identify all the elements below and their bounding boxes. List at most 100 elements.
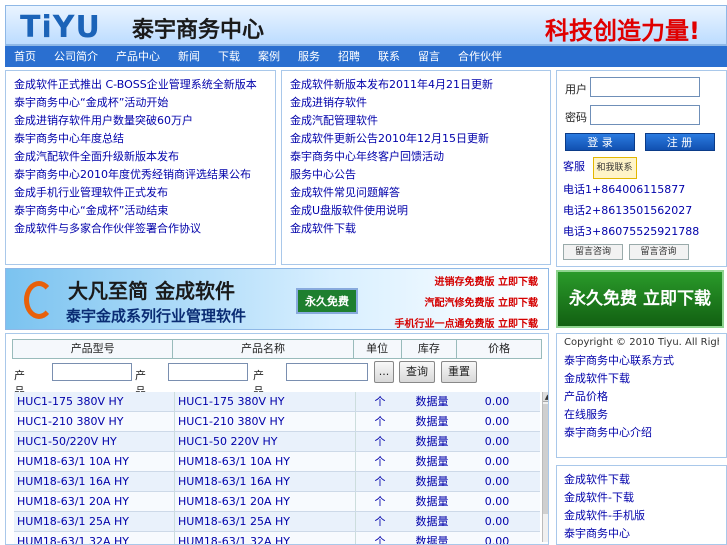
table-row[interactable]: HUM18-63/1 20A HY HUM18-63/1 20A HY 个 数据量 0.…: [14, 492, 540, 512]
side-link[interactable]: 在线服务: [564, 406, 719, 424]
side-link[interactable]: 泰宇商务中心联系方式: [564, 352, 719, 370]
nav-item[interactable]: 合作伙伴: [449, 46, 511, 68]
message-button-1[interactable]: 留言咨询: [563, 244, 623, 260]
table-cell: 个: [374, 395, 386, 408]
table-cell: HUM18-63/1 16A HY: [14, 472, 175, 491]
news-item[interactable]: 金成手机行业管理软件正式发布: [14, 184, 267, 202]
news-item[interactable]: 金成软件更新公告2010年12月15日更新: [290, 130, 542, 148]
site-logo[interactable]: TiYU: [20, 10, 101, 45]
table-row[interactable]: HUM18-63/1 10A HY HUM18-63/1 10A HY 个 数据量 0.…: [14, 452, 540, 472]
qq-contact-button[interactable]: 和我联系: [592, 157, 637, 179]
register-button[interactable]: 注 册: [644, 133, 715, 151]
filter-name-input[interactable]: [168, 363, 248, 381]
table-cell: HUM18-63/1 25A HY: [14, 512, 175, 531]
nav-item[interactable]: 联系: [369, 46, 409, 68]
search-button[interactable]: 查询: [399, 361, 435, 383]
table-cell: HUM18-63/1 20A HY: [14, 492, 175, 511]
qq-label: 客服: [563, 160, 585, 173]
nav-item[interactable]: 产品中心: [107, 46, 169, 68]
username-input[interactable]: [590, 77, 700, 97]
reset-button[interactable]: 重置: [441, 361, 477, 383]
side-link[interactable]: 金成软件下载: [564, 370, 719, 388]
news-item[interactable]: 泰宇商务中心年度总结: [14, 130, 267, 148]
phone-2: 电话2+8613501562027: [563, 204, 693, 217]
filter-model-input[interactable]: [52, 363, 132, 381]
grid-rows: HUC1-175 380V HY HUC1-175 380V HY 个数据量 0.00…: [14, 392, 540, 544]
table-row[interactable]: HUM18-63/1 32A HY HUM18-63/1 32A HY 个 数据量 0.…: [14, 532, 540, 544]
table-row[interactable]: HUC1-50/220V HY HUC1-50 220V HY 个 数据量 0.00: [14, 432, 540, 452]
nav-item[interactable]: 下载: [209, 46, 249, 68]
banner-link-1[interactable]: 进销存免费版 立即下载: [435, 273, 538, 288]
table-cell: 数据量: [415, 515, 449, 528]
side-link[interactable]: 泰宇商务中心: [564, 525, 719, 543]
side-link[interactable]: 泰宇商务中心介绍: [564, 424, 719, 442]
nav-item[interactable]: 招聘: [329, 46, 369, 68]
filter-category-input[interactable]: [286, 363, 368, 381]
col-header-stock[interactable]: 库存: [401, 340, 458, 358]
software-banner[interactable]: 大凡至简 金成软件 泰宇金成系列行业管理软件 永久免费 进销存免费版 立即下载 …: [5, 268, 549, 330]
table-cell: 个: [374, 495, 386, 508]
product-grid: 产品型号 产品名称 单位 库存 价格 产品型号 产品名称 产品类别 ... 查询…: [5, 333, 549, 545]
scroll-up-icon[interactable]: ▲: [543, 392, 548, 402]
scroll-thumb[interactable]: [543, 404, 548, 514]
news-item[interactable]: 金成软件正式推出 C-BOSS企业管理系统全新版本: [14, 76, 267, 94]
table-cell: HUM18-63/1 10A HY: [175, 452, 356, 471]
table-cell: HUM18-63/1 32A HY: [175, 532, 356, 544]
table-cell: HUM18-63/1 20A HY: [175, 492, 356, 511]
nav-item[interactable]: 公司简介: [45, 46, 107, 68]
table-row[interactable]: HUC1-210 380V HY HUC1-210 380V HY 个 数据量 0.00: [14, 412, 540, 432]
col-header-unit[interactable]: 单位: [353, 340, 402, 358]
news-item[interactable]: 金成软件下载: [290, 220, 542, 238]
free-badge: 永久免费: [296, 288, 358, 314]
table-cell: HUC1-175 380V HY: [175, 392, 356, 411]
copyright: Copyright © 2010 Tiyu. All Rights: [564, 337, 719, 348]
table-cell: 0.00: [484, 415, 510, 428]
side-link[interactable]: 金成软件下载: [564, 471, 719, 489]
table-cell: 0.00: [484, 435, 510, 448]
table-row[interactable]: HUM18-63/1 16A HY HUM18-63/1 16A HY 个 数据量 0.…: [14, 472, 540, 492]
news-item[interactable]: 金成汽配软件全面升级新版本发布: [14, 148, 267, 166]
banner-link-2[interactable]: 汽配汽修免费版 立即下载: [425, 294, 538, 309]
news-list-left: 金成软件正式推出 C-BOSS企业管理系统全新版本 泰宇商务中心“金成杯”活动开始…: [5, 70, 276, 265]
news-item[interactable]: 金成软件常见问题解答: [290, 184, 542, 202]
site-header: TiYU 泰宇商务中心 科技创造力量!: [5, 5, 727, 45]
nav-item[interactable]: 服务: [289, 46, 329, 68]
browse-button[interactable]: ...: [374, 361, 394, 383]
nav-item[interactable]: 首页: [5, 46, 45, 68]
col-header-price[interactable]: 价格: [457, 340, 542, 358]
col-header-model[interactable]: 产品型号: [13, 340, 174, 358]
news-item[interactable]: 服务中心公告: [290, 166, 542, 184]
news-item[interactable]: 泰宇商务中心2010年度优秀经销商评选结果公布: [14, 166, 267, 184]
nav-item[interactable]: 新闻: [169, 46, 209, 68]
news-item[interactable]: 金成汽配管理软件: [290, 112, 542, 130]
message-button-2[interactable]: 留言咨询: [628, 244, 689, 260]
side-link[interactable]: 金成软件-下载: [564, 489, 719, 507]
news-item[interactable]: 金成软件与多家合作伙伴签署合作协议: [14, 220, 267, 238]
news-item[interactable]: 金成进销存软件: [290, 94, 542, 112]
password-label: 密码: [565, 111, 587, 124]
banner-link-3[interactable]: 手机行业一点通免费版 立即下载: [395, 315, 538, 330]
table-cell: 数据量: [415, 475, 449, 488]
side-link[interactable]: 金成软件-手机版: [564, 507, 719, 525]
table-cell: 0.00: [484, 515, 510, 528]
side-link[interactable]: 产品价格: [564, 388, 719, 406]
grid-scrollbar[interactable]: ▲: [542, 392, 548, 542]
login-button[interactable]: 登 录: [565, 133, 635, 151]
col-header-name[interactable]: 产品名称: [173, 340, 354, 358]
table-row[interactable]: HUM18-63/1 25A HY HUM18-63/1 25A HY 个 数据量 0.…: [14, 512, 540, 532]
table-row[interactable]: HUC1-175 380V HY HUC1-175 380V HY 个 数据量 0.00: [14, 392, 540, 412]
news-item[interactable]: 泰宇商务中心“金成杯”活动结束: [14, 202, 267, 220]
password-input[interactable]: [590, 105, 700, 125]
free-download-ad[interactable]: 永久免费 立即下载: [556, 270, 724, 328]
news-item[interactable]: 泰宇商务中心“金成杯”活动开始: [14, 94, 267, 112]
news-item[interactable]: 金成软件新版本发布2011年4月21日更新: [290, 76, 542, 94]
table-cell: 0.00: [484, 455, 510, 468]
nav-item[interactable]: 案例: [249, 46, 289, 68]
table-cell: HUC1-210 380V HY: [14, 412, 175, 431]
table-cell: HUC1-50/220V HY: [14, 432, 175, 451]
news-item[interactable]: 泰宇商务中心年终客户回馈活动: [290, 148, 542, 166]
news-item[interactable]: 金成U盘版软件使用说明: [290, 202, 542, 220]
table-cell: 数据量: [415, 455, 449, 468]
news-item[interactable]: 金成进销存软件用户数量突破60万户: [14, 112, 267, 130]
nav-item[interactable]: 留言: [409, 46, 449, 68]
